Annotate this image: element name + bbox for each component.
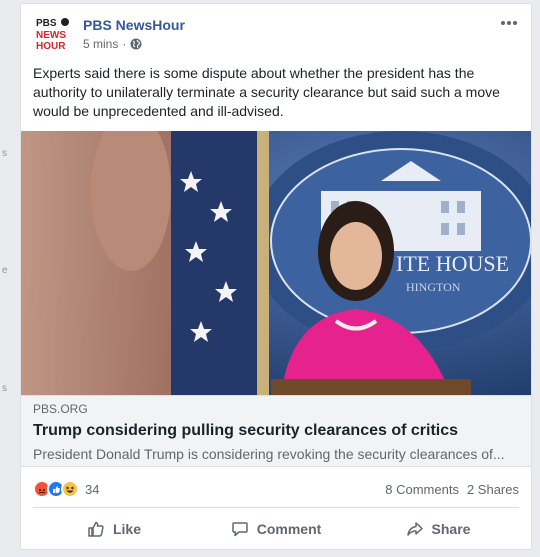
link-preview[interactable]: PBS.ORG Trump considering pulling securi… <box>21 395 531 467</box>
svg-text:HOUR: HOUR <box>36 41 66 52</box>
like-label: Like <box>112 521 141 537</box>
post-actions: Like Comment Share <box>33 512 519 546</box>
page-name-link[interactable]: PBS NewsHour <box>83 17 185 33</box>
left-strip-glyph: s <box>2 383 7 394</box>
engagement-stats: 34 8 Comments 2 Shares <box>33 478 519 500</box>
share-arrow-icon <box>406 522 423 536</box>
reaction-count: 34 <box>85 481 100 497</box>
svg-text:PBS: PBS <box>36 18 57 29</box>
stats-right: 8 Comments 2 Shares <box>385 482 519 497</box>
more-options-icon[interactable] <box>499 16 519 30</box>
comment-icon <box>231 522 248 537</box>
thumbs-up-icon <box>88 521 104 537</box>
left-edge-strip: s e s <box>0 0 20 557</box>
link-description: President Donald Trump is considering re… <box>33 446 505 462</box>
reaction-summary[interactable]: 34 <box>33 480 99 498</box>
article-image[interactable]: ITE HOUSE HINGTON <box>21 131 531 395</box>
globe-icon[interactable] <box>130 38 142 50</box>
comments-count-link[interactable]: 8 Comments <box>385 482 459 497</box>
comment-button[interactable]: Comment <box>195 512 357 546</box>
share-button[interactable]: Share <box>357 512 519 546</box>
shares-count-link[interactable]: 2 Shares <box>467 482 519 497</box>
post-text: Experts said there is some dispute about… <box>33 65 500 119</box>
sign-subtext: HINGTON <box>406 280 461 294</box>
post-card: PBS NEWS HOUR PBS NewsHour 5 mins · Expe… <box>20 3 532 550</box>
share-label: Share <box>431 521 471 537</box>
left-strip-glyph: e <box>2 265 8 276</box>
like-button[interactable]: Like <box>33 512 195 546</box>
link-domain: PBS.ORG <box>33 402 88 416</box>
svg-text:NEWS: NEWS <box>36 30 66 41</box>
actions-divider <box>33 507 519 508</box>
link-title[interactable]: Trump considering pulling security clear… <box>33 422 519 440</box>
haha-reaction-icon <box>61 480 79 498</box>
comment-label: Comment <box>256 521 322 537</box>
post-timestamp[interactable]: 5 mins <box>83 37 118 51</box>
left-strip-glyph: s <box>2 148 7 159</box>
page-avatar[interactable]: PBS NEWS HOUR <box>33 14 73 54</box>
sign-text: ITE HOUSE <box>396 251 509 276</box>
meta-separator: · <box>122 37 127 51</box>
post-meta: 5 mins · <box>83 37 142 51</box>
post-header: PBS NEWS HOUR PBS NewsHour 5 mins · <box>33 14 519 58</box>
